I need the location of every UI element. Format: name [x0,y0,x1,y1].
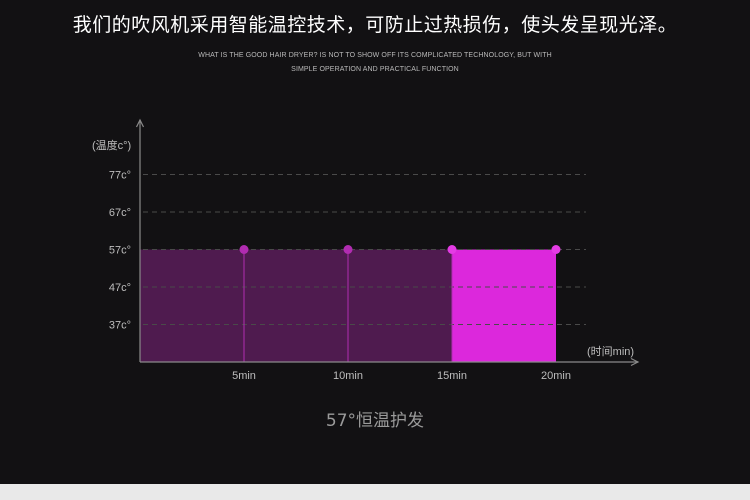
y-tick-label-37: 37c° [109,320,131,332]
x-tick-label-15: 15min [437,370,467,382]
data-point-20 [551,245,561,254]
data-point-15 [447,245,457,254]
area-segment-1 [140,249,452,362]
data-point-10 [343,245,353,254]
y-axis-label: (温度c°) [92,138,131,152]
x-tick-label-10: 10min [333,370,363,382]
y-tick-label-77: 77c° [109,170,131,182]
x-tick-label-20: 20min [541,370,571,382]
x-tick-label-5: 5min [232,370,256,382]
x-axis-label: (时间min) [587,345,634,358]
area-segment-2 [452,249,556,362]
y-tick-label-57: 57c° [109,245,131,257]
y-tick-label-67: 67c° [109,207,131,219]
bottom-band [0,484,750,500]
data-point-5 [239,245,249,254]
y-tick-label-47: 47c° [109,282,131,294]
chart-caption: 57°恒温护发 [325,411,425,431]
